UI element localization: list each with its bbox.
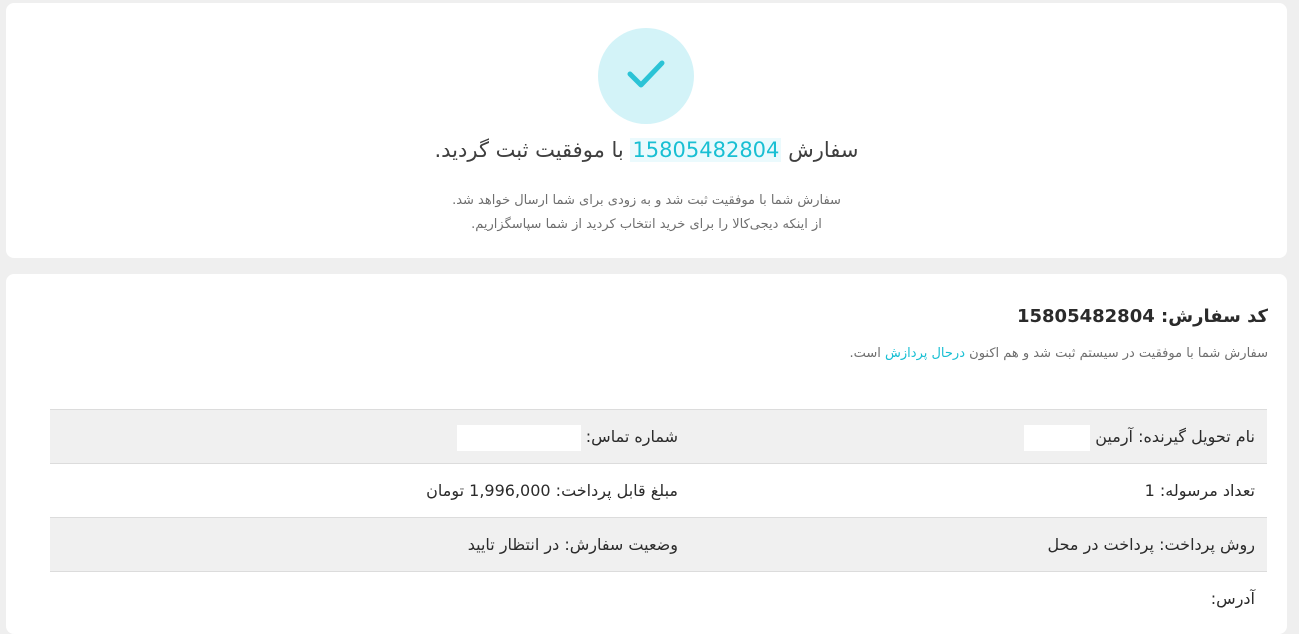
table-row: روش پرداخت: پرداخت در محل وضعیت سفارش: د… xyxy=(50,518,1267,572)
address-label: آدرس: xyxy=(1210,589,1255,608)
success-message-line2: از اینکه دیجی‌کالا را برای خرید انتخاب ک… xyxy=(471,217,822,232)
order-details-card: کد سفارش: 15805482804 سفارش شما با موفقی… xyxy=(6,274,1287,634)
status-text-after: است. xyxy=(849,346,881,361)
title-prefix: سفارش xyxy=(788,138,859,162)
order-code-value: 15805482804 xyxy=(1016,306,1155,327)
title-suffix: با موفقیت ثبت گردید. xyxy=(434,138,624,162)
parcel-count-label: تعداد مرسوله: xyxy=(1159,481,1255,500)
recipient-value: آرمین xyxy=(1095,427,1133,446)
success-card: سفارش 15805482804 با موفقیت ثبت گردید. س… xyxy=(6,3,1287,258)
parcel-count-cell: تعداد مرسوله: 1 xyxy=(1145,464,1255,517)
success-circle xyxy=(598,28,694,124)
success-title: سفارش 15805482804 با موفقیت ثبت گردید. xyxy=(6,130,1287,170)
table-row: نام تحویل گیرنده: آرمین شماره تماس: xyxy=(50,410,1267,464)
redacted-box xyxy=(1024,424,1091,451)
payable-amount-value: 1,996,000 تومان xyxy=(426,481,551,500)
recipient-label: نام تحویل گیرنده: xyxy=(1138,427,1255,446)
payment-method-label: روش پرداخت: xyxy=(1159,535,1255,554)
phone-label: شماره تماس: xyxy=(585,427,678,446)
order-info-table: نام تحویل گیرنده: آرمین شماره تماس: تعدا… xyxy=(50,409,1267,625)
order-status-value: در انتظار تایید xyxy=(467,535,560,554)
recipient-cell: نام تحویل گیرنده: آرمین xyxy=(1024,410,1255,463)
order-status-cell: وضعیت سفارش: در انتظار تایید xyxy=(468,518,678,571)
phone-cell: شماره تماس: xyxy=(456,410,678,463)
table-row: آدرس: xyxy=(50,572,1267,625)
order-status-line: سفارش شما با موفقیت در سیستم ثبت شد و هم… xyxy=(849,346,1268,361)
check-icon xyxy=(627,60,665,88)
order-code: کد سفارش: 15805482804 xyxy=(1017,306,1268,327)
title-order-number: 15805482804 xyxy=(630,138,782,162)
order-code-label: کد سفارش: xyxy=(1161,306,1268,327)
table-row: تعداد مرسوله: 1 مبلغ قابل پرداخت: 1,996,… xyxy=(50,464,1267,518)
order-status-label: وضعیت سفارش: xyxy=(564,535,678,554)
status-text-before: سفارش شما با موفقیت در سیستم ثبت شد و هم… xyxy=(969,346,1268,361)
payable-amount-cell: مبلغ قابل پرداخت: 1,996,000 تومان xyxy=(426,464,678,517)
parcel-count-value: 1 xyxy=(1144,481,1155,500)
payment-method-cell: روش پرداخت: پرداخت در محل xyxy=(1047,518,1255,571)
redacted-box xyxy=(456,424,581,451)
status-highlight: درحال پردازش xyxy=(885,346,965,361)
success-message-line1: سفارش شما با موفقیت ثبت شد و به زودی برا… xyxy=(452,193,841,208)
address-cell: آدرس: xyxy=(1211,572,1255,625)
payable-amount-label: مبلغ قابل پرداخت: xyxy=(555,481,678,500)
payment-method-value: پرداخت در محل xyxy=(1047,535,1154,554)
